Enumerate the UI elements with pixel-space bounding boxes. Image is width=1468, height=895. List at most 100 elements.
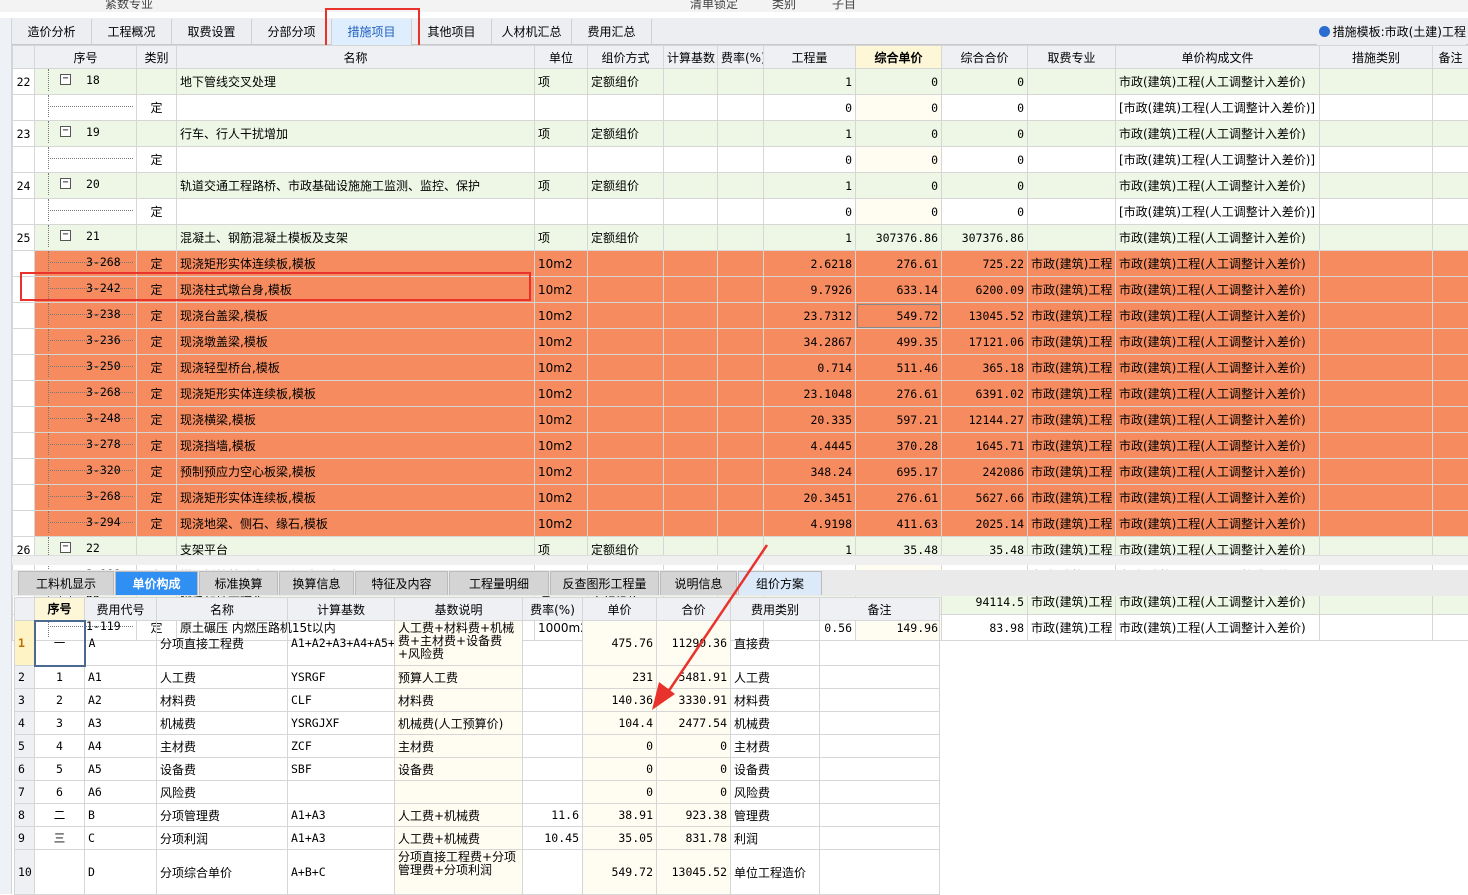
fee-code-cell[interactable]: A4 xyxy=(85,735,157,758)
fee-major-cell[interactable]: 市政(建筑)工程 xyxy=(1028,615,1116,641)
remark-cell[interactable] xyxy=(1433,329,1468,355)
fee-code-cell[interactable]: A6 xyxy=(85,781,157,804)
name-cell[interactable]: 轨道交通工程路桥、市政基础设施施工监测、监控、保护 xyxy=(177,173,535,199)
tab-3[interactable]: 分部分项 xyxy=(252,19,332,45)
price-file-cell[interactable]: [市政(建筑)工程(人工调整计入差价)] xyxy=(1116,199,1320,225)
detail-tab-5[interactable]: 工程量明细 xyxy=(449,571,549,595)
rate-cell[interactable] xyxy=(718,407,764,433)
rate-cell[interactable] xyxy=(718,303,764,329)
table-row[interactable]: 定000[市政(建筑)工程(人工调整计入差价)] xyxy=(13,95,1468,121)
rate-cell[interactable] xyxy=(718,251,764,277)
code-cell[interactable]: 3-248 xyxy=(35,407,137,433)
unit-price-cell[interactable]: 0 xyxy=(856,69,942,95)
column-header[interactable]: 费用类别 xyxy=(731,598,820,621)
table-row[interactable]: 3-238定现浇台盖梁,模板10m223.7312549.7213045.52市… xyxy=(13,303,1468,329)
name-cell[interactable]: 现浇矩形实体连续板,模板 xyxy=(177,381,535,407)
rate-cell[interactable] xyxy=(718,277,764,303)
column-header[interactable]: 基数说明 xyxy=(395,598,523,621)
price-file-cell[interactable]: 市政(建筑)工程(人工调整计入差价) xyxy=(1116,459,1320,485)
table-row[interactable]: 43A3机械费YSRGJXF机械费(人工预算价)104.42477.54机械费 xyxy=(15,712,940,735)
price-file-cell[interactable]: 市政(建筑)工程(人工调整计入差价) xyxy=(1116,329,1320,355)
measure-type-cell[interactable] xyxy=(1320,329,1433,355)
table-row[interactable]: 3-294定现浇地梁、侧石、缘石,模板10m24.9198411.632025.… xyxy=(13,511,1468,537)
fee-name-cell[interactable]: 风险费 xyxy=(157,781,288,804)
fee-category-cell[interactable]: 利润 xyxy=(731,827,820,850)
table-row[interactable]: 3-268定现浇矩形实体连续板,模板10m223.1048276.616391.… xyxy=(13,381,1468,407)
rate-cell[interactable] xyxy=(718,173,764,199)
base-cell[interactable] xyxy=(664,459,718,485)
fee-rate-cell[interactable] xyxy=(523,850,583,895)
base-cell[interactable] xyxy=(664,407,718,433)
fee-code-cell[interactable]: A5 xyxy=(85,758,157,781)
name-cell[interactable]: 现浇轻型桥台,模板 xyxy=(177,355,535,381)
column-header[interactable]: 单价构成文件 xyxy=(1116,46,1320,69)
detail-tab-2[interactable]: 标准换算 xyxy=(199,571,278,595)
fee-category-cell[interactable]: 主材费 xyxy=(731,735,820,758)
method-cell[interactable] xyxy=(588,329,664,355)
table-row[interactable]: 32A2材料费CLF材料费140.363330.91材料费 xyxy=(15,689,940,712)
qty-cell[interactable]: 0 xyxy=(764,199,856,225)
table-row[interactable]: 10D分项综合单价A+B+C分项直接工程费+分项管理费+分项利润549.7213… xyxy=(15,850,940,895)
calc-base-cell[interactable] xyxy=(288,781,395,804)
measure-type-cell[interactable] xyxy=(1320,459,1433,485)
price-file-cell[interactable]: 市政(建筑)工程(人工调整计入差价) xyxy=(1116,407,1320,433)
calc-base-cell[interactable]: A1+A3 xyxy=(288,827,395,850)
remark-cell[interactable] xyxy=(1433,355,1468,381)
detail-tab-0[interactable]: 工料机显示 xyxy=(18,571,114,595)
remark-cell[interactable] xyxy=(1433,95,1468,121)
price-file-cell[interactable]: 市政(建筑)工程(人工调整计入差价) xyxy=(1116,485,1320,511)
price-file-cell[interactable]: 市政(建筑)工程(人工调整计入差价) xyxy=(1116,355,1320,381)
collapse-toggle-icon[interactable]: − xyxy=(60,542,71,553)
unit-price-cell[interactable]: 597.21 xyxy=(856,407,942,433)
qty-cell[interactable]: 4.4445 xyxy=(764,433,856,459)
detail-tab-6[interactable]: 反查图形工程量 xyxy=(550,571,659,595)
price-file-cell[interactable]: 市政(建筑)工程(人工调整计入差价) xyxy=(1116,121,1320,147)
fee-major-cell[interactable]: 市政(建筑)工程 xyxy=(1028,485,1116,511)
base-cell[interactable] xyxy=(664,511,718,537)
table-row[interactable]: 3-320定预制预应力空心板梁,模板10m2348.24695.17242086… xyxy=(13,459,1468,485)
measure-type-cell[interactable] xyxy=(1320,433,1433,459)
base-cell[interactable] xyxy=(664,381,718,407)
method-cell[interactable] xyxy=(588,95,664,121)
fee-name-cell[interactable]: 材料费 xyxy=(157,689,288,712)
table-row[interactable]: 8二B分项管理费A1+A3人工费+机械费11.638.91923.38管理费 xyxy=(15,804,940,827)
method-cell[interactable]: 定额组价 xyxy=(588,121,664,147)
tab-2[interactable]: 取费设置 xyxy=(172,19,252,45)
unit-price-cell[interactable]: 633.14 xyxy=(856,277,942,303)
base-cell[interactable] xyxy=(664,329,718,355)
measure-type-cell[interactable] xyxy=(1320,485,1433,511)
template-selector[interactable]: 措施模板:市政(土建)工程 xyxy=(1317,19,1466,45)
method-cell[interactable]: 定额组价 xyxy=(588,173,664,199)
fee-major-cell[interactable] xyxy=(1028,199,1116,225)
method-cell[interactable] xyxy=(588,303,664,329)
fee-major-cell[interactable]: 市政(建筑)工程 xyxy=(1028,251,1116,277)
measure-type-cell[interactable] xyxy=(1320,277,1433,303)
fee-category-cell[interactable]: 直接费 xyxy=(731,621,820,666)
fee-name-cell[interactable]: 主材费 xyxy=(157,735,288,758)
fee-rate-cell[interactable] xyxy=(523,666,583,689)
base-cell[interactable] xyxy=(664,121,718,147)
tab-0[interactable]: 造价分析 xyxy=(12,19,92,45)
fee-name-cell[interactable]: 分项管理费 xyxy=(157,804,288,827)
table-row[interactable]: 21A1人工费YSRGF预算人工费2315481.91人工费 xyxy=(15,666,940,689)
fee-rate-cell[interactable] xyxy=(523,689,583,712)
remark-cell[interactable] xyxy=(1433,121,1468,147)
fee-rate-cell[interactable] xyxy=(523,621,583,666)
qty-cell[interactable]: 2.6218 xyxy=(764,251,856,277)
method-cell[interactable] xyxy=(588,459,664,485)
column-header[interactable]: 计算基数 xyxy=(288,598,395,621)
horizontal-scrollbar[interactable] xyxy=(12,555,1468,565)
code-cell[interactable]: −20 xyxy=(35,173,137,199)
table-row[interactable]: 定000[市政(建筑)工程(人工调整计入差价)] xyxy=(13,147,1468,173)
method-cell[interactable]: 定额组价 xyxy=(588,69,664,95)
method-cell[interactable] xyxy=(588,433,664,459)
code-cell[interactable]: 3-278 xyxy=(35,433,137,459)
table-row[interactable]: 3-242定现浇柱式墩台身,模板10m29.7926633.146200.09市… xyxy=(13,277,1468,303)
fee-name-cell[interactable]: 分项直接工程费 xyxy=(157,621,288,666)
method-cell[interactable] xyxy=(588,251,664,277)
fee-rate-cell[interactable]: 11.6 xyxy=(523,804,583,827)
measure-type-cell[interactable] xyxy=(1320,381,1433,407)
column-header[interactable]: 费用代号 xyxy=(85,598,157,621)
unit-price-cell[interactable]: 511.46 xyxy=(856,355,942,381)
unit-price-cell[interactable]: 499.35 xyxy=(856,329,942,355)
